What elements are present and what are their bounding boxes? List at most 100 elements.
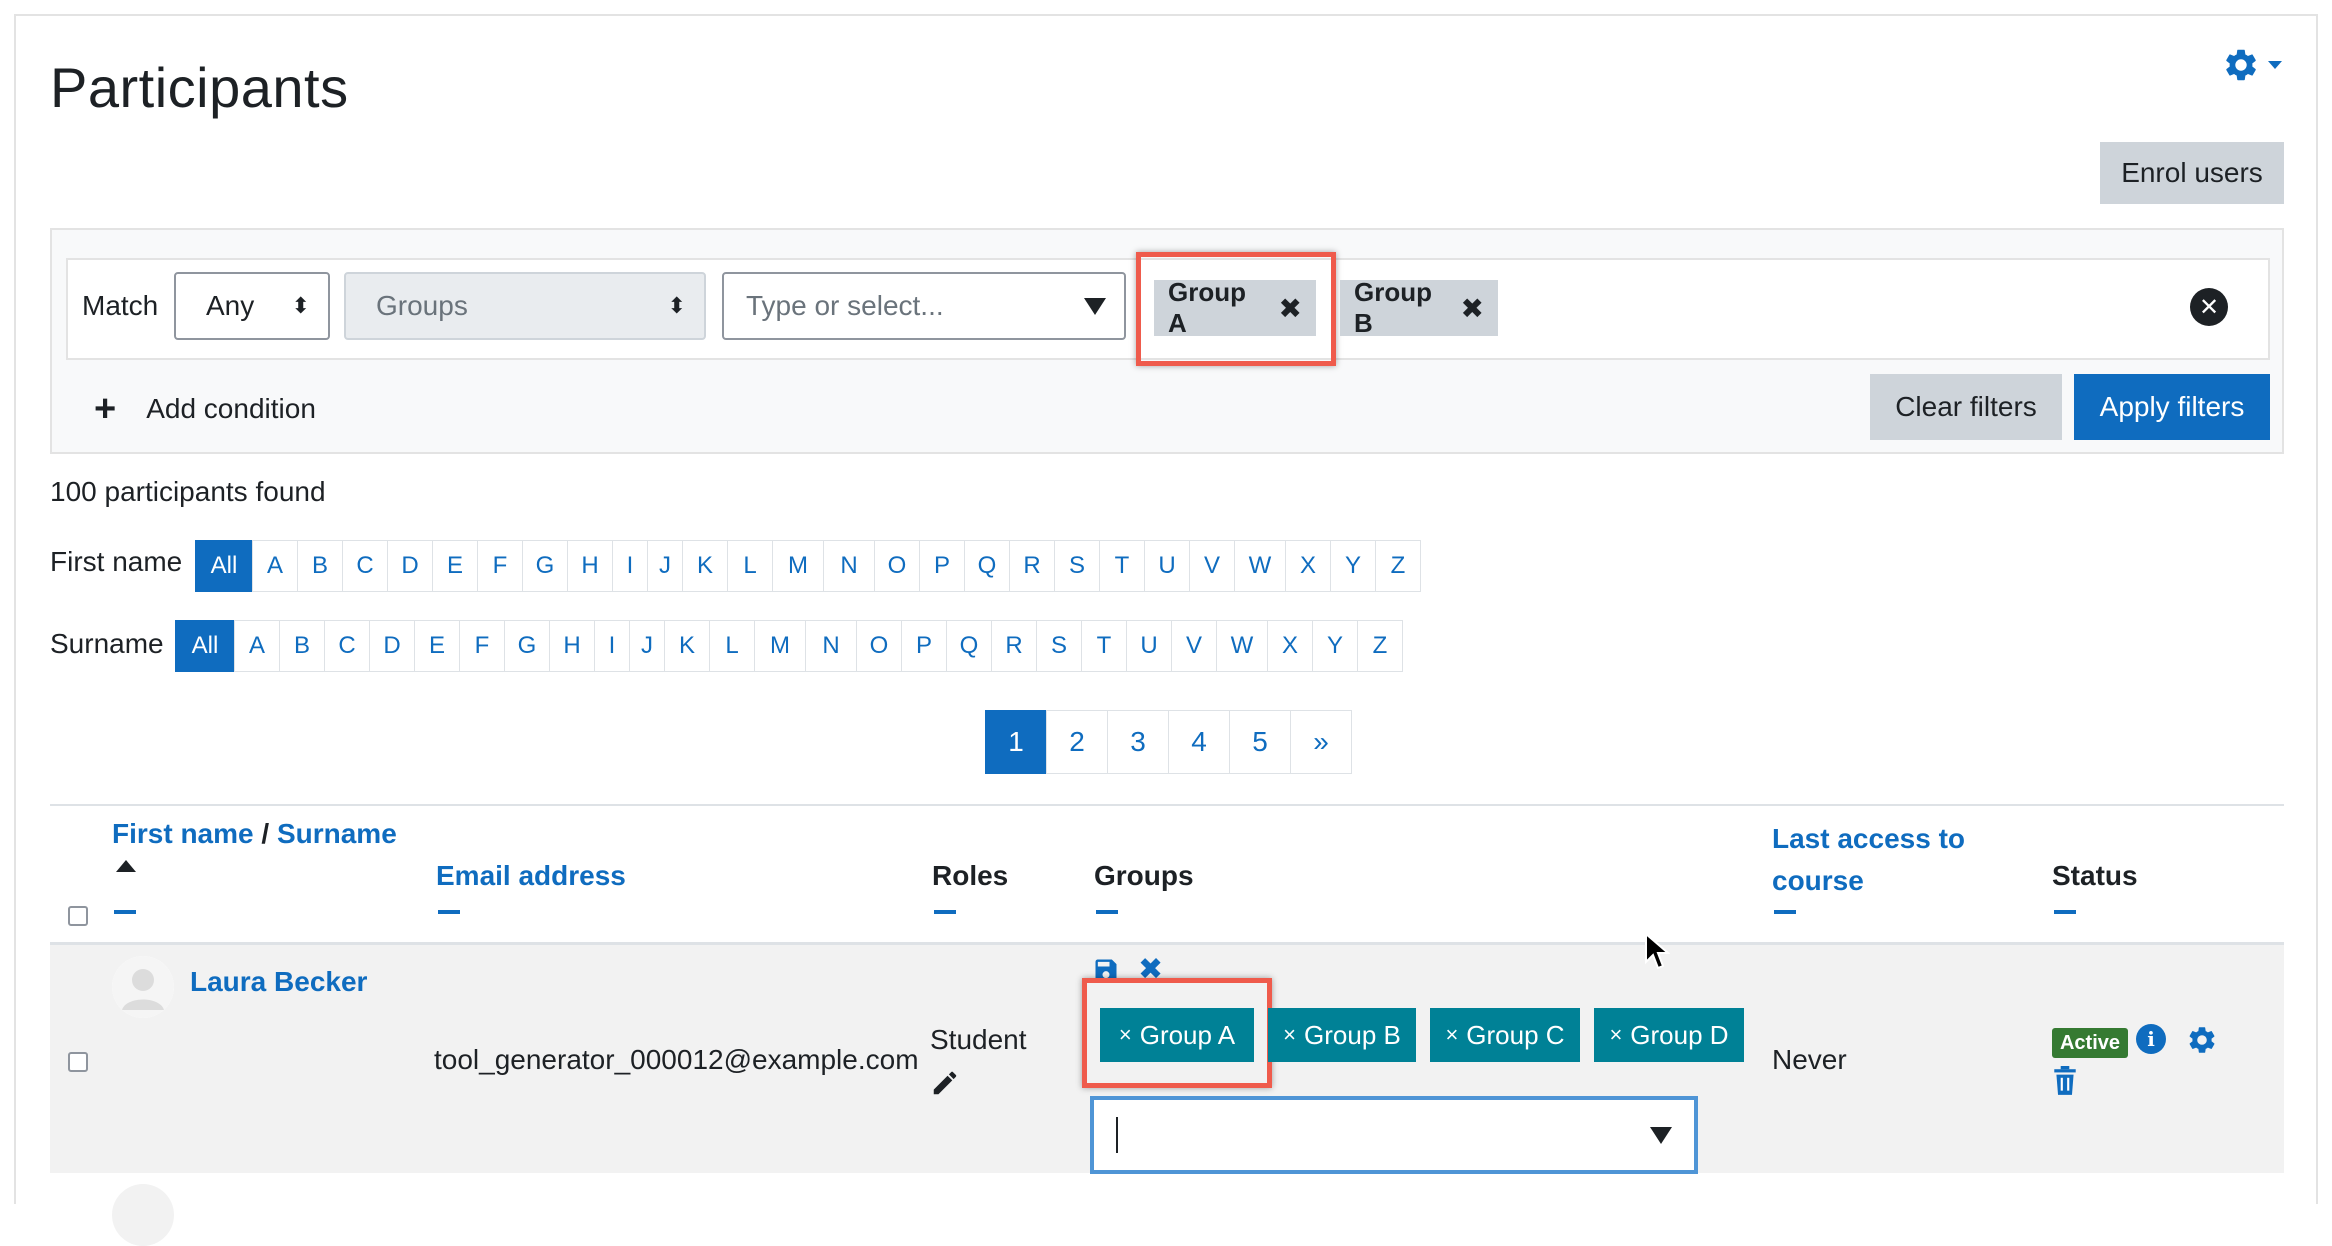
select-all-checkbox[interactable] bbox=[68, 906, 88, 926]
enrol-users-button[interactable]: Enrol users bbox=[2100, 142, 2284, 204]
group-chip[interactable]: × Group C bbox=[1430, 1008, 1580, 1062]
filter-type-select[interactable]: Groups ⬍ bbox=[344, 272, 706, 340]
initial-letter-button[interactable]: B bbox=[279, 620, 325, 672]
gear-icon bbox=[2226, 49, 2256, 81]
initial-letter-button[interactable]: D bbox=[369, 620, 415, 672]
page-link[interactable]: 3 bbox=[1107, 710, 1169, 774]
initial-all-button[interactable]: All bbox=[195, 540, 253, 592]
initial-letter-button[interactable]: L bbox=[727, 540, 773, 592]
add-condition-button[interactable]: + Add condition bbox=[94, 390, 316, 428]
group-chip[interactable]: × Group D bbox=[1594, 1008, 1744, 1062]
initial-letter-button[interactable]: U bbox=[1144, 540, 1190, 592]
initial-letter-button[interactable]: V bbox=[1171, 620, 1217, 672]
initial-letter-button[interactable]: Q bbox=[946, 620, 992, 672]
page-link[interactable]: 4 bbox=[1168, 710, 1230, 774]
initial-letter-button[interactable]: K bbox=[682, 540, 728, 592]
initial-letter-button[interactable]: F bbox=[459, 620, 505, 672]
trash-icon[interactable] bbox=[2052, 1066, 2078, 1096]
initial-letter-button[interactable]: T bbox=[1081, 620, 1127, 672]
sort-firstname-link[interactable]: First name bbox=[112, 818, 254, 849]
initial-letter-button[interactable]: J bbox=[647, 540, 683, 592]
initial-letter-button[interactable]: V bbox=[1189, 540, 1235, 592]
column-toggle-dash[interactable] bbox=[1096, 910, 1118, 914]
group-chip[interactable]: × Group B bbox=[1268, 1008, 1416, 1062]
initial-letter-button[interactable]: H bbox=[549, 620, 595, 672]
initial-letter-button[interactable]: G bbox=[522, 540, 568, 592]
group-chip-label: Group D bbox=[1630, 1019, 1729, 1050]
initial-letter-button[interactable]: X bbox=[1285, 540, 1331, 592]
initial-letter-button[interactable]: B bbox=[297, 540, 343, 592]
initial-letter-button[interactable]: K bbox=[664, 620, 710, 672]
column-header-last-access[interactable]: Last access to course bbox=[1772, 818, 1965, 902]
page-actions-menu[interactable] bbox=[2222, 42, 2292, 88]
clear-filters-button[interactable]: Clear filters bbox=[1870, 374, 2062, 440]
initial-letter-button[interactable]: C bbox=[324, 620, 370, 672]
gear-icon[interactable] bbox=[2186, 1024, 2218, 1056]
surname-initials-bar: All A B C D E F G H I J K L M N O P Q R S T U V W X Y Z bbox=[175, 620, 1403, 672]
initial-letter-button[interactable]: P bbox=[919, 540, 965, 592]
initial-letter-button[interactable]: M bbox=[754, 620, 806, 672]
row-checkbox[interactable] bbox=[68, 1052, 88, 1072]
column-header-status: Status bbox=[2052, 860, 2138, 891]
page-link[interactable]: 1 bbox=[985, 710, 1047, 774]
initial-letter-button[interactable]: J bbox=[629, 620, 665, 672]
filter-value-input[interactable]: Type or select... bbox=[722, 272, 1126, 340]
initial-letter-button[interactable]: L bbox=[709, 620, 755, 672]
initial-letter-button[interactable]: Y bbox=[1330, 540, 1376, 592]
initial-letter-button[interactable]: A bbox=[252, 540, 298, 592]
initial-letter-button[interactable]: E bbox=[432, 540, 478, 592]
mouse-pointer-icon bbox=[1645, 932, 1670, 970]
column-toggle-dash[interactable] bbox=[438, 910, 460, 914]
initial-letter-button[interactable]: W bbox=[1216, 620, 1268, 672]
initial-letter-button[interactable]: S bbox=[1036, 620, 1082, 672]
pencil-icon[interactable] bbox=[930, 1068, 960, 1098]
group-autocomplete-input[interactable] bbox=[1090, 1096, 1698, 1174]
initial-letter-button[interactable]: W bbox=[1234, 540, 1286, 592]
filter-value-placeholder: Type or select... bbox=[746, 290, 944, 321]
initial-letter-button[interactable]: N bbox=[805, 620, 857, 672]
initial-letter-button[interactable]: Z bbox=[1357, 620, 1403, 672]
remove-condition-icon[interactable]: ✕ bbox=[2190, 288, 2228, 326]
initial-letter-button[interactable]: Q bbox=[964, 540, 1010, 592]
initial-letter-button[interactable]: A bbox=[234, 620, 280, 672]
initial-letter-button[interactable]: H bbox=[567, 540, 613, 592]
initial-letter-button[interactable]: E bbox=[414, 620, 460, 672]
initial-letter-button[interactable]: Z bbox=[1375, 540, 1421, 592]
initial-letter-button[interactable]: I bbox=[594, 620, 630, 672]
next-page-link[interactable]: » bbox=[1290, 710, 1352, 774]
initial-letter-button[interactable]: P bbox=[901, 620, 947, 672]
selected-filter-chip[interactable]: Group B ✖ bbox=[1340, 277, 1498, 338]
apply-filters-button[interactable]: Apply filters bbox=[2074, 374, 2270, 440]
initial-letter-button[interactable]: Y bbox=[1312, 620, 1358, 672]
initial-letter-button[interactable]: I bbox=[612, 540, 648, 592]
column-toggle-dash[interactable] bbox=[114, 910, 136, 914]
info-icon[interactable]: i bbox=[2136, 1024, 2166, 1054]
page-link[interactable]: 5 bbox=[1229, 710, 1291, 774]
column-header-email[interactable]: Email address bbox=[436, 860, 626, 892]
initial-letter-button[interactable]: U bbox=[1126, 620, 1172, 672]
initial-letter-button[interactable]: O bbox=[856, 620, 902, 672]
initial-letter-button[interactable]: D bbox=[387, 540, 433, 592]
page-link[interactable]: 2 bbox=[1046, 710, 1108, 774]
initial-letter-button[interactable]: R bbox=[991, 620, 1037, 672]
user-name-link[interactable]: Laura Becker bbox=[190, 966, 367, 998]
initial-letter-button[interactable]: X bbox=[1267, 620, 1313, 672]
match-select[interactable]: Any ⬍ bbox=[174, 272, 330, 340]
initial-all-button[interactable]: All bbox=[175, 620, 235, 672]
initial-letter-button[interactable]: T bbox=[1099, 540, 1145, 592]
initial-letter-button[interactable]: N bbox=[823, 540, 875, 592]
initial-letter-button[interactable]: M bbox=[772, 540, 824, 592]
initial-letter-button[interactable]: R bbox=[1009, 540, 1055, 592]
triangle-down-icon bbox=[1084, 297, 1106, 315]
sort-surname-link[interactable]: Surname bbox=[277, 818, 397, 849]
initial-letter-button[interactable]: S bbox=[1054, 540, 1100, 592]
column-toggle-dash[interactable] bbox=[934, 910, 956, 914]
initial-letter-button[interactable]: G bbox=[504, 620, 550, 672]
initial-letter-button[interactable]: C bbox=[342, 540, 388, 592]
avatar bbox=[112, 1184, 174, 1246]
initial-letter-button[interactable]: O bbox=[874, 540, 920, 592]
column-toggle-dash[interactable] bbox=[2054, 910, 2076, 914]
up-down-icon: ⬍ bbox=[291, 293, 310, 318]
initial-letter-button[interactable]: F bbox=[477, 540, 523, 592]
column-toggle-dash[interactable] bbox=[1774, 910, 1796, 914]
